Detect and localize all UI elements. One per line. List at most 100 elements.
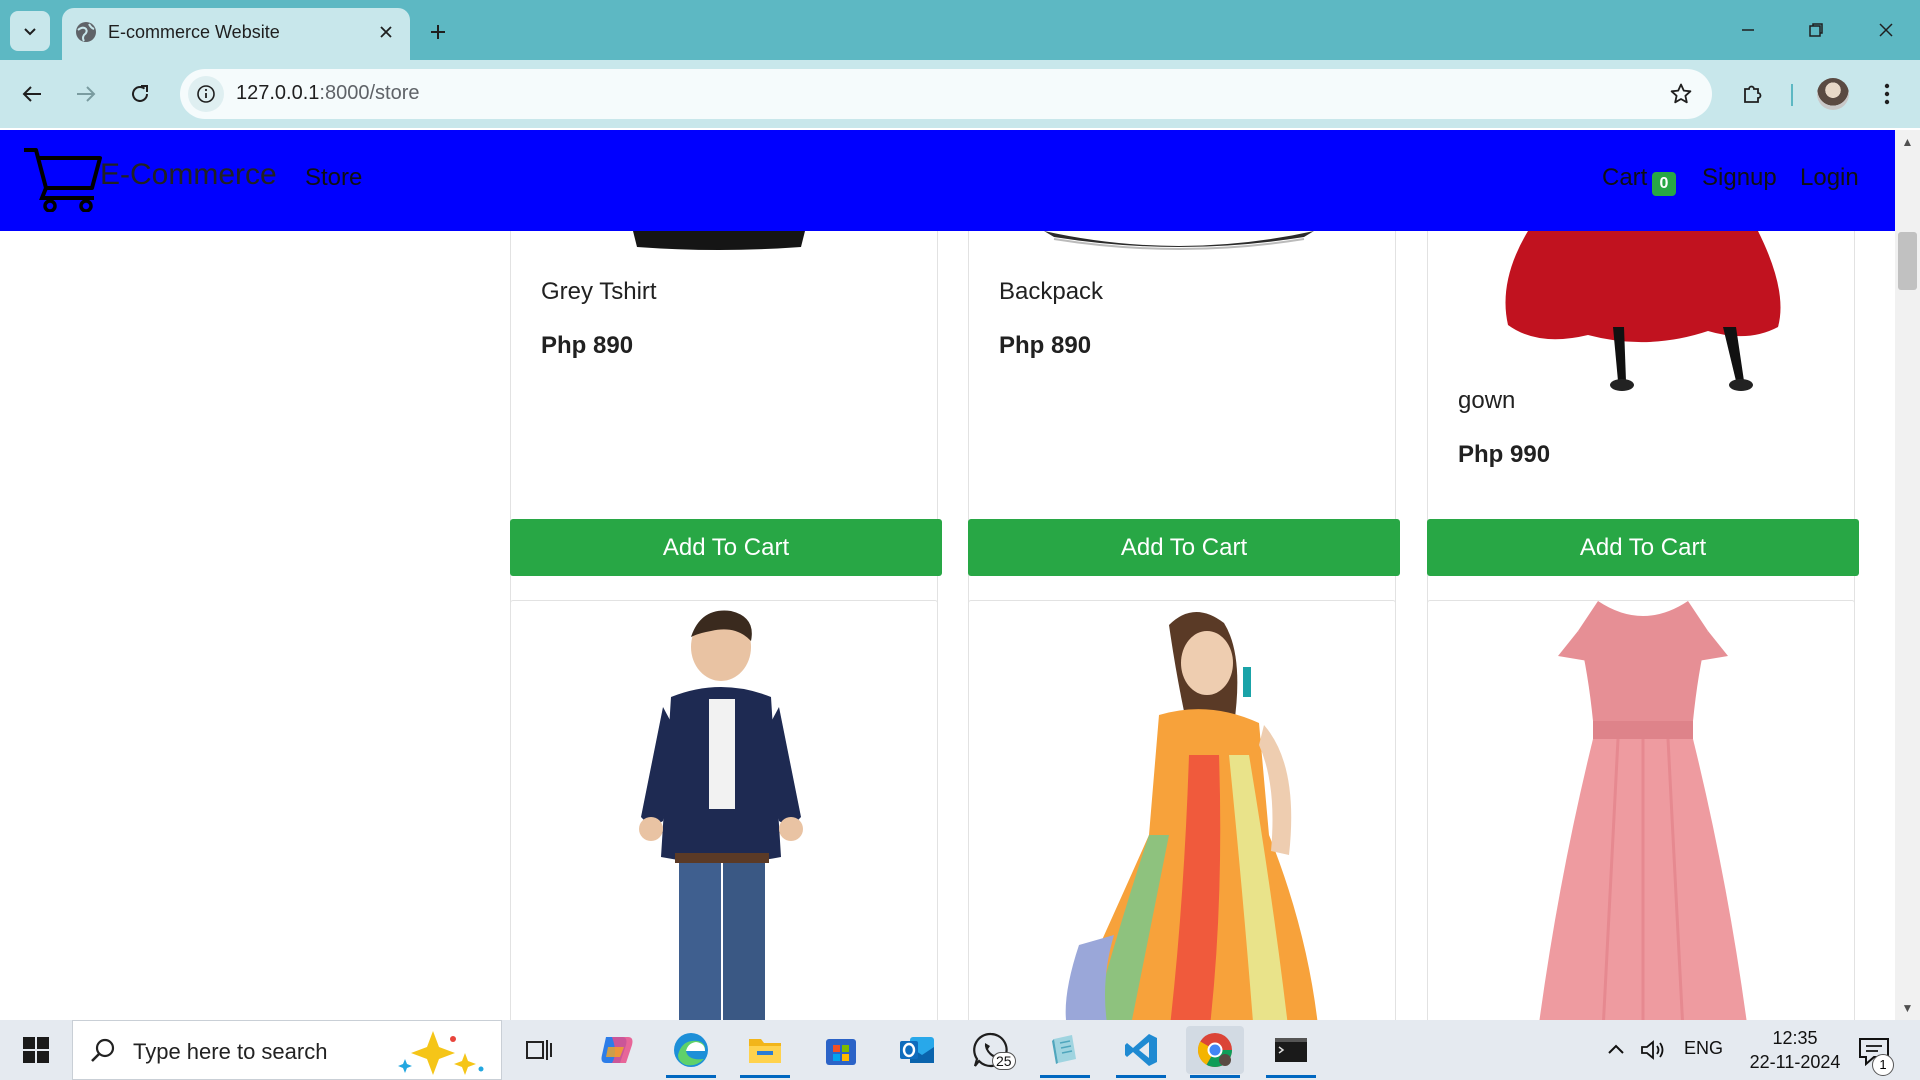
tab-title: E-commerce Website [108,22,280,42]
site-info-button[interactable] [188,76,224,112]
product-price: Php 890 [999,332,1092,359]
product-image [1488,231,1798,411]
arrow-left-icon [22,86,41,102]
info-icon [197,85,215,103]
browser-toolbar: 127.0.0.1:8000/store [0,60,1920,128]
running-indicator [666,1075,716,1078]
task-view-icon [526,1040,552,1060]
store-icon [826,1039,856,1065]
product-card [968,600,1396,1020]
search-icon [91,1038,115,1062]
product-image [571,607,871,1020]
chevron-down-icon [24,28,36,36]
terminal-icon [1275,1038,1307,1062]
clock-time: 12:35 [1772,1028,1818,1048]
minimize-icon [1742,29,1754,31]
windows-logo-icon [23,1037,49,1063]
product-price: Php 990 [1458,441,1551,468]
vscode-app[interactable] [1112,1026,1170,1078]
product-card [1427,600,1855,1020]
notepad-icon [1052,1035,1076,1064]
tab-close-button[interactable] [372,18,400,46]
close-icon [380,26,392,38]
outlook-icon [900,1037,934,1063]
browser-tab[interactable]: E-commerce Website [62,8,410,60]
running-indicator [1040,1075,1090,1078]
add-to-cart-button[interactable]: Add To Cart [510,519,942,576]
puzzle-icon [1744,85,1762,103]
forward-button[interactable] [66,74,106,114]
outlook-app[interactable] [888,1026,946,1074]
file-explorer-app[interactable] [736,1026,794,1078]
nav-link-login[interactable]: Login [1800,164,1859,192]
browser-menu-button[interactable] [1867,74,1907,114]
copilot-app[interactable] [588,1026,646,1074]
clock[interactable]: 12:35 22-11-2024 [1740,1026,1850,1074]
brand-name[interactable]: E-Commerce [100,158,277,192]
running-indicator [1116,1075,1166,1078]
product-card: Grey Tshirt Php 890 [510,170,938,650]
product-image [1019,605,1349,1020]
whatsapp-unread-badge: 25 [992,1052,1016,1070]
star-icon [1670,83,1692,104]
chrome-icon [1198,1033,1232,1067]
add-to-cart-button[interactable]: Add To Cart [968,519,1400,576]
plus-icon [431,25,445,39]
speaker-icon[interactable] [1640,1038,1666,1062]
product-card [510,600,938,1020]
close-window-button[interactable] [1858,10,1914,50]
product-image [1044,231,1314,251]
nav-link-store[interactable]: Store [305,164,362,192]
cart-count-badge[interactable]: 0 [1652,172,1676,196]
scroll-down-arrow[interactable]: ▼ [1898,1000,1917,1016]
bookmark-button[interactable] [1664,77,1698,111]
reload-icon [132,85,148,102]
taskbar-search-box[interactable]: Type here to search [72,1020,502,1080]
nav-link-cart[interactable]: Cart [1602,164,1647,192]
reload-button[interactable] [120,74,160,114]
whatsapp-app[interactable]: 25 [962,1026,1020,1074]
nav-link-signup[interactable]: Signup [1702,164,1777,192]
restore-icon [1809,23,1823,37]
add-to-cart-button[interactable]: Add To Cart [1427,519,1859,576]
page-viewport: Grey Tshirt Php 890 Backpack Php 890 gow… [0,130,1895,1020]
extensions-button[interactable] [1733,74,1773,114]
edge-icon [674,1033,708,1067]
product-card: Backpack Php 890 [968,170,1396,650]
tab-search-button[interactable] [10,11,50,51]
arrow-right-icon [77,86,96,102]
clock-date: 22-11-2024 [1749,1052,1841,1072]
avatar [1817,78,1849,110]
scroll-up-arrow[interactable]: ▲ [1898,134,1917,150]
restore-button[interactable] [1788,10,1844,50]
profile-button[interactable] [1813,74,1853,114]
input-language[interactable]: ENG [1684,1038,1723,1059]
shopping-cart-icon[interactable] [22,144,102,212]
edge-browser-app[interactable] [662,1026,720,1078]
running-indicator [1190,1075,1240,1078]
vscode-icon [1125,1034,1157,1066]
product-image [1508,601,1778,1020]
terminal-app[interactable] [1262,1026,1320,1078]
url-text: 127.0.0.1:8000/store [236,82,420,104]
start-button[interactable] [14,1032,58,1068]
address-bar[interactable]: 127.0.0.1:8000/store [180,69,1712,119]
microsoft-store-app[interactable] [812,1026,870,1074]
copilot-icon [601,1037,633,1063]
scrollbar-thumb[interactable] [1898,232,1917,290]
product-name: Backpack [999,278,1104,305]
chevron-up-icon[interactable] [1606,1040,1626,1060]
globe-icon [76,22,96,42]
more-vertical-icon [1884,83,1890,105]
chrome-app[interactable] [1186,1026,1244,1078]
running-indicator [1266,1075,1316,1078]
product-name: gown [1458,387,1516,414]
notepad-app[interactable] [1036,1026,1094,1078]
close-icon [1879,23,1893,37]
minimize-button[interactable] [1720,10,1776,50]
folder-icon [749,1039,781,1063]
product-card: gown Php 990 [1427,170,1855,650]
task-view-button[interactable] [510,1026,568,1074]
back-button[interactable] [12,74,52,114]
new-tab-button[interactable] [420,14,456,50]
